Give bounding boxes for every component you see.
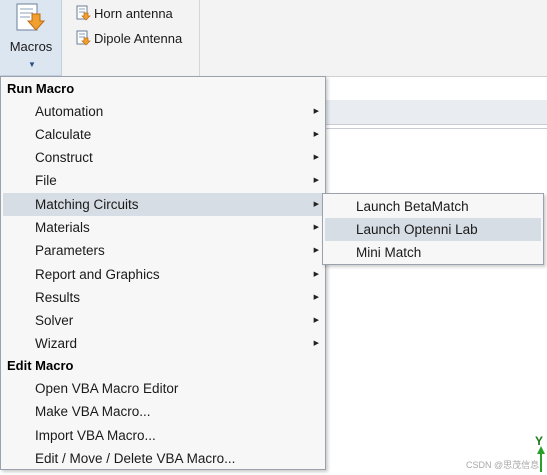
ribbon-separator [199,0,200,76]
menu-item-make-vba-macro[interactable]: Make VBA Macro... [3,400,323,423]
run-macro-header: Run Macro [7,81,75,96]
menu-item-solver[interactable]: Solver ▶ [3,309,323,332]
tab-strip [326,100,547,125]
menu-item-label: Wizard [35,336,78,351]
menu-item-wizard[interactable]: Wizard ▶ [3,332,323,355]
submenu-arrow-icon: ▶ [313,294,319,301]
submenu-item-label: Launch BetaMatch [356,199,469,214]
submenu-item-label: Launch Optenni Lab [356,222,478,237]
menu-item-label: Report and Graphics [35,267,160,282]
submenu-item-launch-betamatch[interactable]: Launch BetaMatch [325,195,541,218]
submenu-item-mini-match[interactable]: Mini Match [325,241,541,264]
menu-item-label: Make VBA Macro... [35,404,151,419]
ribbon-item-label: Dipole Antenna [94,30,183,46]
watermark: CSDN @思茂信息 [466,460,540,470]
menu-item-parameters[interactable]: Parameters ▶ [3,239,323,262]
menu-item-label: Import VBA Macro... [35,428,156,443]
menu-item-calculate[interactable]: Calculate ▶ [3,123,323,146]
menu-item-edit-move-delete-vba-macro[interactable]: Edit / Move / Delete VBA Macro... [3,447,323,470]
macros-icon [16,3,46,31]
menu-item-label: Results [35,290,81,305]
menu-item-label: Construct [35,150,93,165]
submenu-item-label: Mini Match [356,245,422,260]
submenu-arrow-icon: ▶ [313,224,319,231]
submenu-arrow-icon: ▶ [313,271,319,278]
dropdown-arrow-icon: ▼ [28,60,36,69]
menu-item-label: Materials [35,220,90,235]
submenu-arrow-icon: ▶ [313,154,319,161]
menu-item-report-and-graphics[interactable]: Report and Graphics ▶ [3,263,323,286]
menu-item-label: Solver [35,313,74,328]
submenu-arrow-icon: ▶ [313,177,319,184]
menu-item-label: Parameters [35,243,105,258]
ribbon-item-horn-antenna[interactable]: Horn antenna [75,3,173,23]
ribbon-item-dipole-antenna[interactable]: Dipole Antenna [75,28,182,48]
menu-item-file[interactable]: File ▶ [3,169,323,192]
submenu-arrow-icon: ▶ [313,201,319,208]
menu-item-construct[interactable]: Construct ▶ [3,146,323,169]
matching-circuits-submenu: Launch BetaMatch Launch Optenni Lab Mini… [322,193,544,265]
menu-item-results[interactable]: Results ▶ [3,286,323,309]
menu-item-import-vba-macro[interactable]: Import VBA Macro... [3,424,323,447]
menu-item-label: Open VBA Macro Editor [35,381,179,396]
menu-item-label: Automation [35,104,104,119]
ribbon-item-label: Horn antenna [94,5,173,21]
macros-button[interactable]: Macros ▼ [0,0,62,76]
menu-item-materials[interactable]: Materials ▶ [3,216,323,239]
menu-item-automation[interactable]: Automation ▶ [3,100,323,123]
macro-script-icon [76,5,91,21]
submenu-arrow-icon: ▶ [313,131,319,138]
submenu-arrow-icon: ▶ [313,247,319,254]
submenu-arrow-icon: ▶ [313,317,319,324]
submenu-item-launch-optenni-lab[interactable]: Launch Optenni Lab [325,218,541,241]
edit-macro-header: Edit Macro [7,358,74,373]
macro-script-icon [76,30,91,46]
macros-menu: Run Macro Automation ▶ Calculate ▶ Const… [0,76,326,470]
submenu-arrow-icon: ▶ [313,340,319,347]
tab-strip-border [326,128,547,129]
menu-item-label: Calculate [35,127,92,142]
menu-item-label: Edit / Move / Delete VBA Macro... [35,451,236,466]
menu-item-label: File [35,173,57,188]
macros-label: Macros [9,39,53,54]
menu-item-open-vba-editor[interactable]: Open VBA Macro Editor [3,377,323,400]
menu-item-label: Matching Circuits [35,197,139,212]
menu-item-matching-circuits[interactable]: Matching Circuits ▶ [3,193,323,216]
submenu-arrow-icon: ▶ [313,108,319,115]
